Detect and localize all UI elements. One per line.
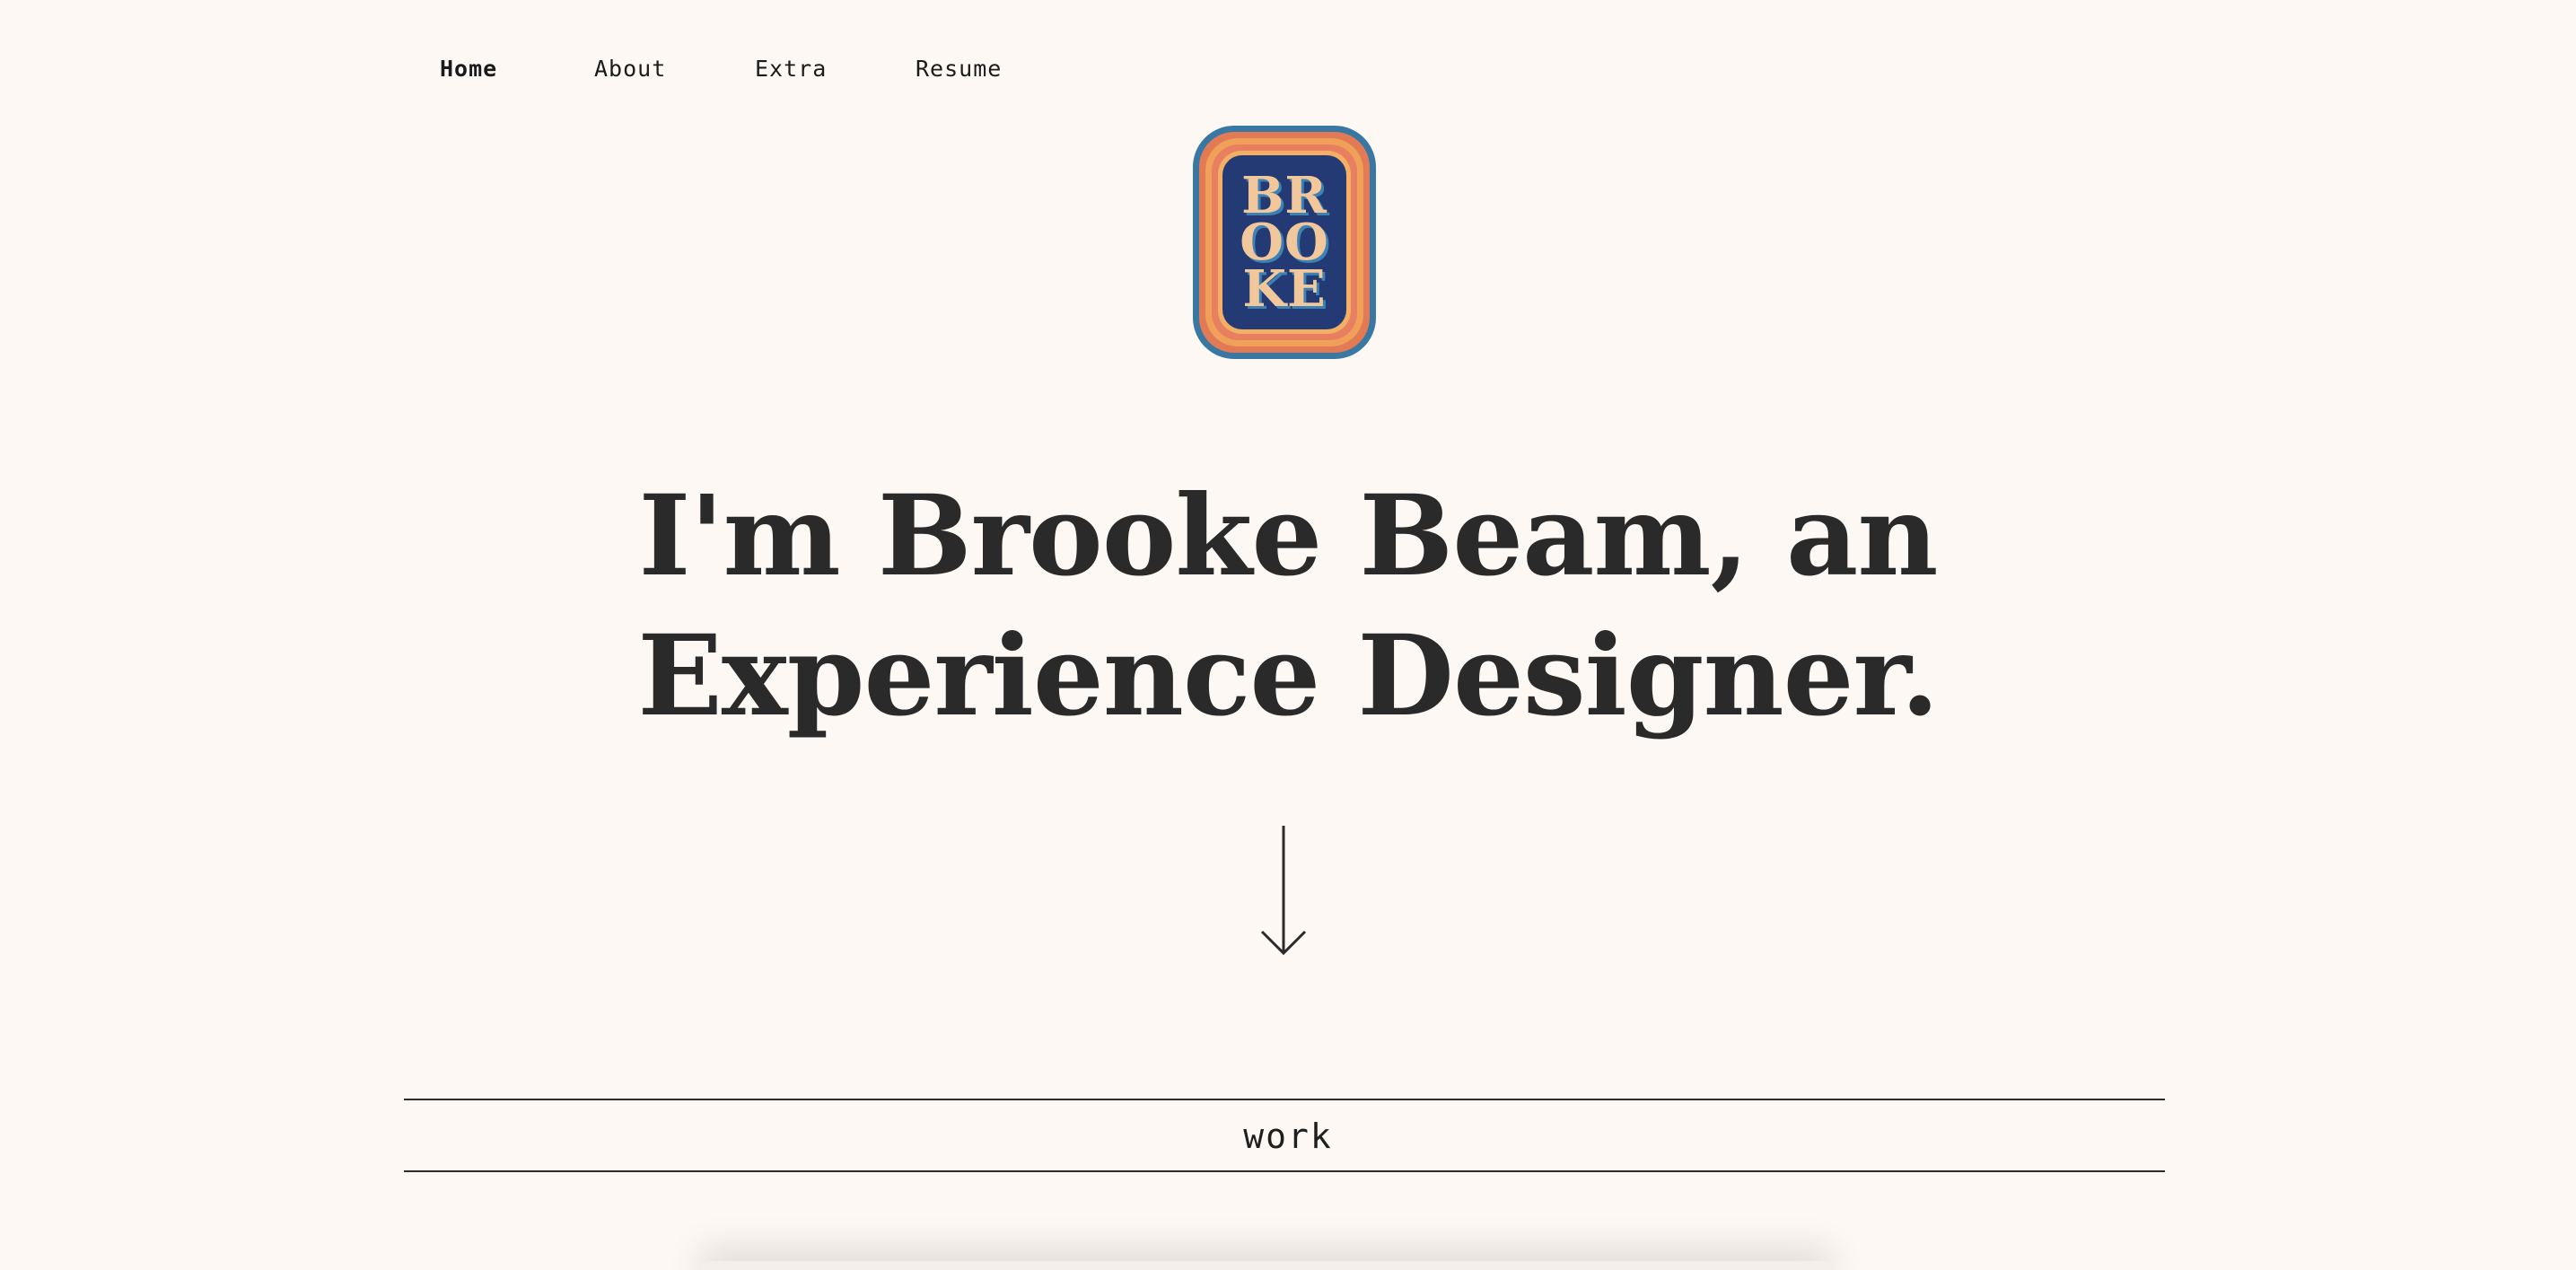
nav-about-link[interactable]: About — [594, 56, 666, 82]
project-card[interactable] — [700, 1261, 1831, 1270]
nav-extra-link[interactable]: Extra — [755, 56, 827, 82]
hero-line-1: I'm Brooke Beam, an — [638, 471, 1939, 601]
logo-ring: BR OO KE — [1218, 151, 1351, 334]
section-title-work: work — [1243, 1117, 1333, 1156]
nav-home-link[interactable]: Home — [440, 56, 497, 82]
hero-heading: I'm Brooke Beam, an Experience Designer. — [0, 467, 2576, 747]
logo-core: BR OO KE — [1222, 155, 1346, 329]
nav-resume-link[interactable]: Resume — [916, 56, 1002, 82]
hero-line-2: Experience Designer. — [637, 611, 1939, 741]
arrow-down-icon[interactable] — [1260, 824, 1307, 957]
logo-text-line: KE — [1242, 259, 1327, 319]
section-divider-top — [404, 1099, 2165, 1100]
section-divider-bottom — [404, 1170, 2165, 1172]
top-nav: Home About Extra Resume — [0, 56, 2576, 92]
logo-ring: BR OO KE — [1212, 145, 1357, 340]
brooke-logo[interactable]: BR OO KE — [1193, 126, 1376, 359]
logo-ring: BR OO KE — [1205, 138, 1363, 346]
